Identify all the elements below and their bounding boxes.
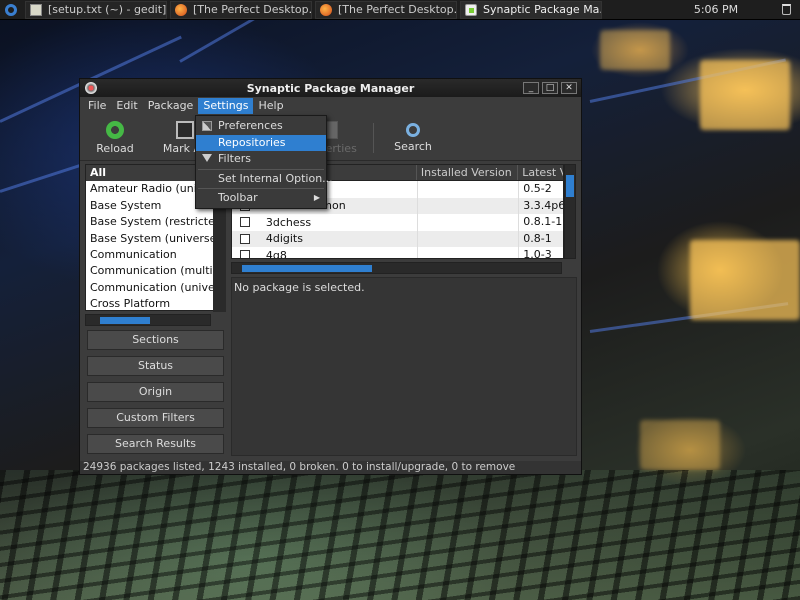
- list-item[interactable]: Base System (restricted): [86, 214, 225, 230]
- search-icon: [406, 122, 420, 137]
- applications-menu-icon[interactable]: [0, 0, 22, 20]
- installed-version: [416, 197, 518, 214]
- mark-all-icon: [176, 120, 194, 139]
- window-titlebar[interactable]: Synaptic Package Manager _ □ ✕: [80, 79, 581, 97]
- synaptic-window: Synaptic Package Manager _ □ ✕ File Edit…: [79, 78, 582, 475]
- taskbar-item-synaptic[interactable]: Synaptic Package Ma...: [460, 0, 602, 19]
- menu-item-label: Preferences: [218, 119, 283, 132]
- firefox-icon: [320, 3, 332, 16]
- task-label: Synaptic Package Ma...: [483, 3, 602, 16]
- reload-button[interactable]: Reload: [80, 116, 150, 160]
- menu-item-label: Set Internal Option...: [218, 171, 333, 185]
- menu-item-filters[interactable]: Filters: [196, 151, 326, 168]
- package-name: 4digits: [265, 232, 303, 246]
- task-label: [The Perfect Desktop...: [193, 3, 312, 16]
- close-button[interactable]: ✕: [561, 82, 577, 94]
- status-bar: 24936 packages listed, 1243 installed, 0…: [80, 461, 581, 474]
- clock[interactable]: 5:06 PM: [656, 3, 776, 16]
- latest-version: 0.5-2: [518, 181, 563, 198]
- installed-version: [416, 181, 518, 198]
- menu-separator: [198, 168, 324, 170]
- package-vertical-scrollbar[interactable]: [564, 164, 576, 259]
- menu-item-repositories[interactable]: Repositories: [196, 134, 326, 151]
- table-row[interactable]: 3dchess 0.8.1-13: [232, 214, 563, 231]
- toolbar-separator: [373, 122, 374, 153]
- window-body: All Amateur Radio (universe) Base System…: [80, 162, 581, 461]
- latest-version: 0.8-1: [518, 230, 563, 247]
- list-item[interactable]: Cross Platform: [86, 296, 225, 312]
- preferences-icon: [202, 121, 212, 131]
- package-horizontal-scrollbar[interactable]: [231, 262, 562, 274]
- search-label: Search: [394, 139, 432, 153]
- menu-edit[interactable]: Edit: [111, 98, 142, 114]
- top-panel: [setup.txt (~) - gedit] [The Perfect Des…: [0, 0, 800, 20]
- filter-icon: [202, 154, 212, 162]
- maximize-button[interactable]: □: [542, 82, 558, 94]
- synaptic-icon: [465, 3, 477, 16]
- submenu-arrow-icon: ▶: [313, 193, 320, 202]
- menu-item-toolbar[interactable]: Toolbar ▶: [196, 190, 326, 207]
- menu-settings[interactable]: Settings: [198, 98, 254, 114]
- menu-item-label: Toolbar: [218, 191, 258, 204]
- list-item[interactable]: Base System (universe): [86, 231, 225, 247]
- status-button[interactable]: Status: [87, 356, 224, 376]
- gedit-icon: [30, 3, 42, 16]
- search-button[interactable]: Search: [378, 116, 448, 160]
- menu-item-set-internal-option[interactable]: Set Internal Option...: [196, 171, 333, 188]
- table-row[interactable]: 4g8 1.0-3: [232, 247, 563, 259]
- package-checkbox[interactable]: [239, 233, 250, 244]
- menu-item-preferences[interactable]: Preferences: [196, 118, 326, 135]
- menu-package[interactable]: Package: [143, 98, 199, 114]
- sections-horizontal-scrollbar[interactable]: [85, 314, 211, 326]
- origin-button[interactable]: Origin: [87, 382, 224, 402]
- installed-version: [416, 247, 518, 258]
- taskbar-item-gedit[interactable]: [setup.txt (~) - gedit]: [25, 0, 167, 19]
- column-installed-version[interactable]: Installed Version: [417, 165, 519, 180]
- menu-item-label: Repositories: [218, 135, 286, 149]
- reload-label: Reload: [96, 141, 134, 155]
- column-latest-version[interactable]: Latest Version: [518, 165, 563, 180]
- package-name: 3dchess: [265, 215, 312, 229]
- taskbar-item-firefox-2[interactable]: [The Perfect Desktop...: [315, 0, 457, 19]
- menu-separator: [198, 188, 324, 189]
- sections-button[interactable]: Sections: [87, 330, 224, 350]
- trash-icon[interactable]: [776, 4, 796, 15]
- menu-help[interactable]: Help: [253, 98, 288, 114]
- settings-dropdown-menu: Preferences Repositories Filters Set Int…: [195, 115, 333, 209]
- toolbar: Reload Mark All Properties Search: [80, 115, 581, 161]
- task-label: [The Perfect Desktop...: [338, 3, 457, 16]
- package-checkbox[interactable]: [239, 217, 250, 228]
- latest-version: 3.3.4p6: [518, 197, 563, 214]
- detail-text: No package is selected.: [234, 281, 365, 294]
- latest-version: 0.8.1-13: [518, 214, 563, 231]
- package-checkbox[interactable]: [239, 250, 250, 258]
- latest-version: 1.0-3: [518, 247, 563, 258]
- menu-file[interactable]: File: [83, 98, 111, 114]
- installed-version: [416, 230, 518, 247]
- reload-icon: [106, 120, 124, 139]
- package-name: 4g8: [265, 248, 287, 259]
- window-title: Synaptic Package Manager: [246, 81, 415, 95]
- menubar: File Edit Package Settings Help: [80, 97, 581, 115]
- taskbar-item-firefox-1[interactable]: [The Perfect Desktop...: [170, 0, 312, 19]
- search-results-button[interactable]: Search Results: [87, 434, 224, 454]
- menu-item-label: Filters: [218, 152, 251, 165]
- installed-version: [416, 214, 518, 231]
- minimize-button[interactable]: _: [523, 82, 539, 94]
- table-row[interactable]: 4digits 0.8-1: [232, 230, 563, 247]
- custom-filters-button[interactable]: Custom Filters: [87, 408, 224, 428]
- list-item[interactable]: Communication (multiverse): [86, 263, 225, 279]
- list-item[interactable]: Communication: [86, 247, 225, 263]
- package-details-pane: No package is selected.: [231, 277, 577, 456]
- task-label: [setup.txt (~) - gedit]: [48, 3, 167, 16]
- list-item[interactable]: Communication (universe): [86, 280, 225, 296]
- firefox-icon: [175, 3, 187, 16]
